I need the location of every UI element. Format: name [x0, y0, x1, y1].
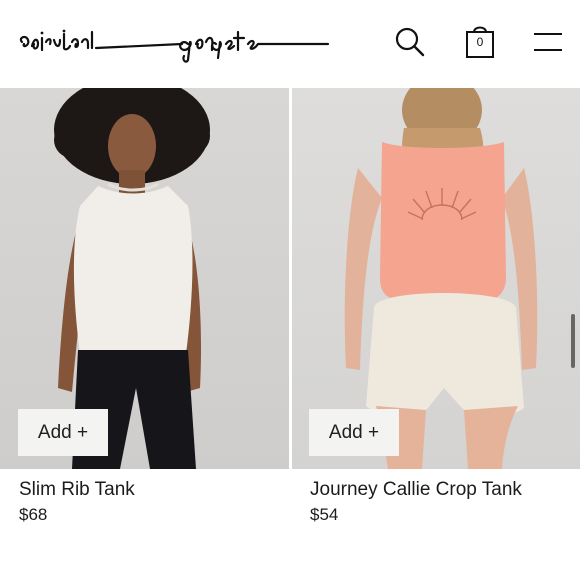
product-card[interactable]: Add + Journey Callie Crop Tank $54 [292, 88, 580, 524]
brand-logo[interactable] [16, 20, 330, 64]
product-name[interactable]: Slim Rib Tank [19, 479, 135, 501]
product-image[interactable]: Add + [0, 88, 289, 469]
site-header: 0 [0, 0, 580, 88]
cart-count-badge: 0 [476, 35, 484, 49]
product-image[interactable]: Add + [292, 88, 580, 469]
product-card[interactable]: Add + Slim Rib Tank $68 [0, 88, 289, 524]
hamburger-menu-icon[interactable] [530, 24, 566, 60]
cart-button[interactable]: 0 [462, 24, 498, 60]
search-icon[interactable] [392, 24, 428, 60]
product-price: $68 [19, 505, 48, 524]
scrollbar-thumb[interactable] [571, 314, 575, 368]
product-name[interactable]: Journey Callie Crop Tank [310, 479, 522, 501]
add-to-cart-button[interactable]: Add + [309, 409, 399, 456]
product-grid: Add + Slim Rib Tank $68 Add + Journey Ca… [0, 88, 580, 580]
add-to-cart-button[interactable]: Add + [18, 409, 108, 456]
product-price: $54 [310, 505, 339, 524]
